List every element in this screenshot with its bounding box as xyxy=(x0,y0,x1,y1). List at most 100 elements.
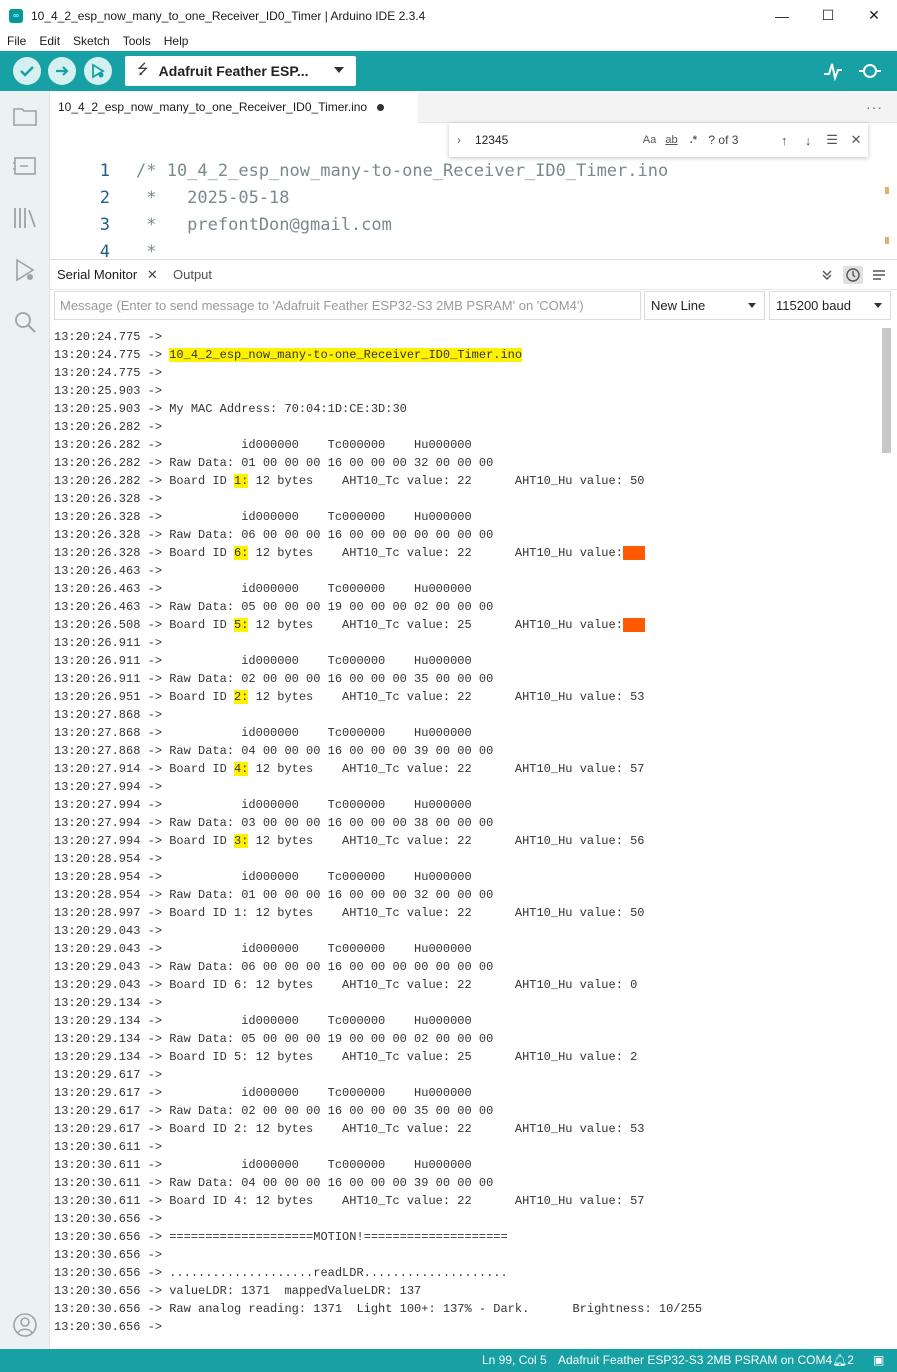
code-line: * xyxy=(136,242,157,260)
match-case-toggle[interactable]: Aa xyxy=(639,134,661,146)
serial-monitor-button[interactable] xyxy=(858,60,881,82)
serial-line: 13:20:27.994 -> Raw Data: 03 00 00 00 16… xyxy=(54,816,494,830)
line-number: 4 xyxy=(99,242,110,260)
serial-line: 13:20:26.328 -> id000000 Tc000000 Hu0000… xyxy=(54,510,472,524)
highlighted-board-id: 3: xyxy=(234,834,249,848)
status-board[interactable]: Adafruit Feather ESP32-S3 2MB PSRAM on C… xyxy=(558,1349,832,1372)
serial-line: 13:20:30.656 -> xyxy=(54,1212,170,1226)
close-tab-icon[interactable]: ✕ xyxy=(147,267,158,282)
account-icon[interactable] xyxy=(12,1312,38,1338)
menu-file[interactable]: File xyxy=(0,34,32,48)
clear-output-icon[interactable] xyxy=(869,266,889,284)
folder-icon[interactable] xyxy=(12,103,38,129)
editor-tab-sketch[interactable]: 10_4_2_esp_now_many_to_one_Receiver_ID0_… xyxy=(50,91,418,123)
board-name: Adafruit Feather ESP... xyxy=(158,63,309,79)
serial-line: 13:20:30.656 -> ====================MOTI… xyxy=(54,1230,508,1244)
find-match-marker xyxy=(885,237,889,244)
code-content[interactable]: /* 10_4_2_esp_now_many-to-one_Receiver_I… xyxy=(136,158,668,260)
serial-line: 13:20:26.328 -> xyxy=(54,492,170,506)
vertical-scrollbar[interactable] xyxy=(882,328,891,453)
arrow-up-icon[interactable]: ↑ xyxy=(772,133,796,148)
serial-line: 13:20:26.508 -> Board ID 5: 12 bytes AHT… xyxy=(54,618,645,632)
panel-tab-bar: Serial Monitor ✕ Output xyxy=(50,260,897,290)
unsaved-dot-icon[interactable] xyxy=(377,103,385,111)
highlighted-text: 10_4_2_esp_now_many-to-one_Receiver_ID0_… xyxy=(169,348,523,362)
bell-icon: 🔔︎ xyxy=(832,1353,848,1367)
toggle-panel-icon[interactable]: ▣ xyxy=(873,1349,884,1372)
board-manager-icon[interactable] xyxy=(12,153,38,179)
library-icon[interactable] xyxy=(12,205,38,231)
serial-line: 13:20:26.911 -> id000000 Tc000000 Hu0000… xyxy=(54,654,472,668)
chevron-double-down-icon[interactable] xyxy=(817,266,837,284)
arduino-logo-icon: ∞ xyxy=(9,8,23,23)
highlighted-board-id: 2: xyxy=(234,690,249,704)
find-match-marker xyxy=(885,187,889,194)
clock-icon[interactable] xyxy=(843,266,863,284)
close-button[interactable]: ✕ xyxy=(851,0,897,31)
code-line: * prefontDon@gmail.com xyxy=(136,215,392,235)
menu-tools[interactable]: Tools xyxy=(116,34,157,48)
verify-button[interactable] xyxy=(13,57,41,85)
serial-message-input[interactable]: Message (Enter to send message to 'Adafr… xyxy=(54,291,641,320)
notifications[interactable]: 🔔︎2 xyxy=(832,1349,854,1372)
chevron-down-icon xyxy=(748,303,756,308)
serial-lines: 13:20:24.775 -> 13:20:24.775 -> 10_4_2_e… xyxy=(54,328,702,1336)
serial-line: 13:20:28.954 -> id000000 Tc000000 Hu0000… xyxy=(54,870,472,884)
tab-output[interactable]: Output xyxy=(173,260,212,290)
serial-line: 13:20:26.911 -> xyxy=(54,636,170,650)
debug-icon xyxy=(92,63,105,79)
whole-word-toggle[interactable]: ab xyxy=(661,134,683,146)
debug-sidebar-icon[interactable] xyxy=(12,257,38,283)
serial-line: 13:20:26.282 -> Board ID 1: 12 bytes AHT… xyxy=(54,474,645,488)
serial-line: 13:20:30.656 -> xyxy=(54,1320,170,1334)
serial-line: 13:20:28.997 -> Board ID 1: 12 bytes AHT… xyxy=(54,906,645,920)
close-find-icon[interactable]: ✕ xyxy=(844,132,868,148)
debug-button[interactable] xyxy=(84,57,112,85)
serial-line: 13:20:24.775 -> xyxy=(54,330,170,344)
tab-serial-monitor-label: Serial Monitor xyxy=(57,267,138,282)
serial-monitor-output[interactable]: 13:20:24.775 -> 13:20:24.775 -> 10_4_2_e… xyxy=(50,322,897,1349)
serial-line: 13:20:29.043 -> xyxy=(54,924,170,938)
serial-line: 13:20:25.903 -> My MAC Address: 70:04:1D… xyxy=(54,402,407,416)
highlighted-board-id: 4: xyxy=(234,762,249,776)
find-in-selection-icon[interactable]: ☰ xyxy=(820,132,844,148)
search-icon[interactable] xyxy=(12,309,38,335)
serial-line: 13:20:29.617 -> Board ID 2: 12 bytes AHT… xyxy=(54,1122,645,1136)
upload-button[interactable] xyxy=(48,57,76,85)
serial-line: 13:20:24.775 -> 10_4_2_esp_now_many-to-o… xyxy=(54,348,523,362)
board-selector[interactable]: ⭍ Adafruit Feather ESP... xyxy=(125,56,356,86)
usb-icon: ⭍ xyxy=(137,61,149,77)
minimize-button[interactable]: — xyxy=(759,0,805,31)
regex-toggle[interactable]: .* xyxy=(682,134,704,146)
serial-line: 13:20:27.868 -> id000000 Tc000000 Hu0000… xyxy=(54,726,472,740)
maximize-button[interactable]: ☐ xyxy=(805,0,851,31)
window-title: 10_4_2_esp_now_many_to_one_Receiver_ID0_… xyxy=(31,8,426,23)
menu-sketch[interactable]: Sketch xyxy=(66,34,116,48)
serial-line: 13:20:29.134 -> xyxy=(54,996,170,1010)
panel-actions xyxy=(817,266,889,284)
line-ending-select[interactable]: New Line xyxy=(644,291,765,320)
tab-serial-monitor[interactable]: Serial Monitor ✕ xyxy=(57,260,158,290)
serial-line: 13:20:28.954 -> Raw Data: 01 00 00 00 16… xyxy=(54,888,494,902)
serial-line: 13:20:27.868 -> Raw Data: 04 00 00 00 16… xyxy=(54,744,494,758)
cursor-position[interactable]: Ln 99, Col 5 xyxy=(482,1349,547,1372)
serial-line: 13:20:30.656 -> valueLDR: 1371 mappedVal… xyxy=(54,1284,422,1298)
highlighted-hu-value: 0 xyxy=(622,546,645,560)
menu-help[interactable]: Help xyxy=(157,34,195,48)
line-number: 2 xyxy=(99,188,110,208)
baud-rate-select[interactable]: 115200 baud xyxy=(769,291,891,320)
serial-line: 13:20:26.282 -> Raw Data: 01 00 00 00 16… xyxy=(54,456,494,470)
arrow-down-icon[interactable]: ↓ xyxy=(796,133,820,148)
chevron-right-icon[interactable]: › xyxy=(449,133,469,147)
highlighted-board-id: 6: xyxy=(234,546,249,560)
find-input[interactable]: 12345 xyxy=(469,128,639,152)
title-bar: ∞ 10_4_2_esp_now_many_to_one_Receiver_ID… xyxy=(0,0,897,31)
serial-plotter-button[interactable] xyxy=(822,60,844,82)
notification-count: 2 xyxy=(847,1353,854,1367)
checkmark-icon xyxy=(20,66,34,77)
serial-line: 13:20:26.328 -> Board ID 6: 12 bytes AHT… xyxy=(54,546,645,560)
serial-line: 13:20:27.994 -> id000000 Tc000000 Hu0000… xyxy=(54,798,472,812)
serial-line: 13:20:30.656 -> Raw analog reading: 1371… xyxy=(54,1302,703,1316)
menu-edit[interactable]: Edit xyxy=(32,34,66,48)
more-actions-icon[interactable]: ··· xyxy=(866,99,883,115)
